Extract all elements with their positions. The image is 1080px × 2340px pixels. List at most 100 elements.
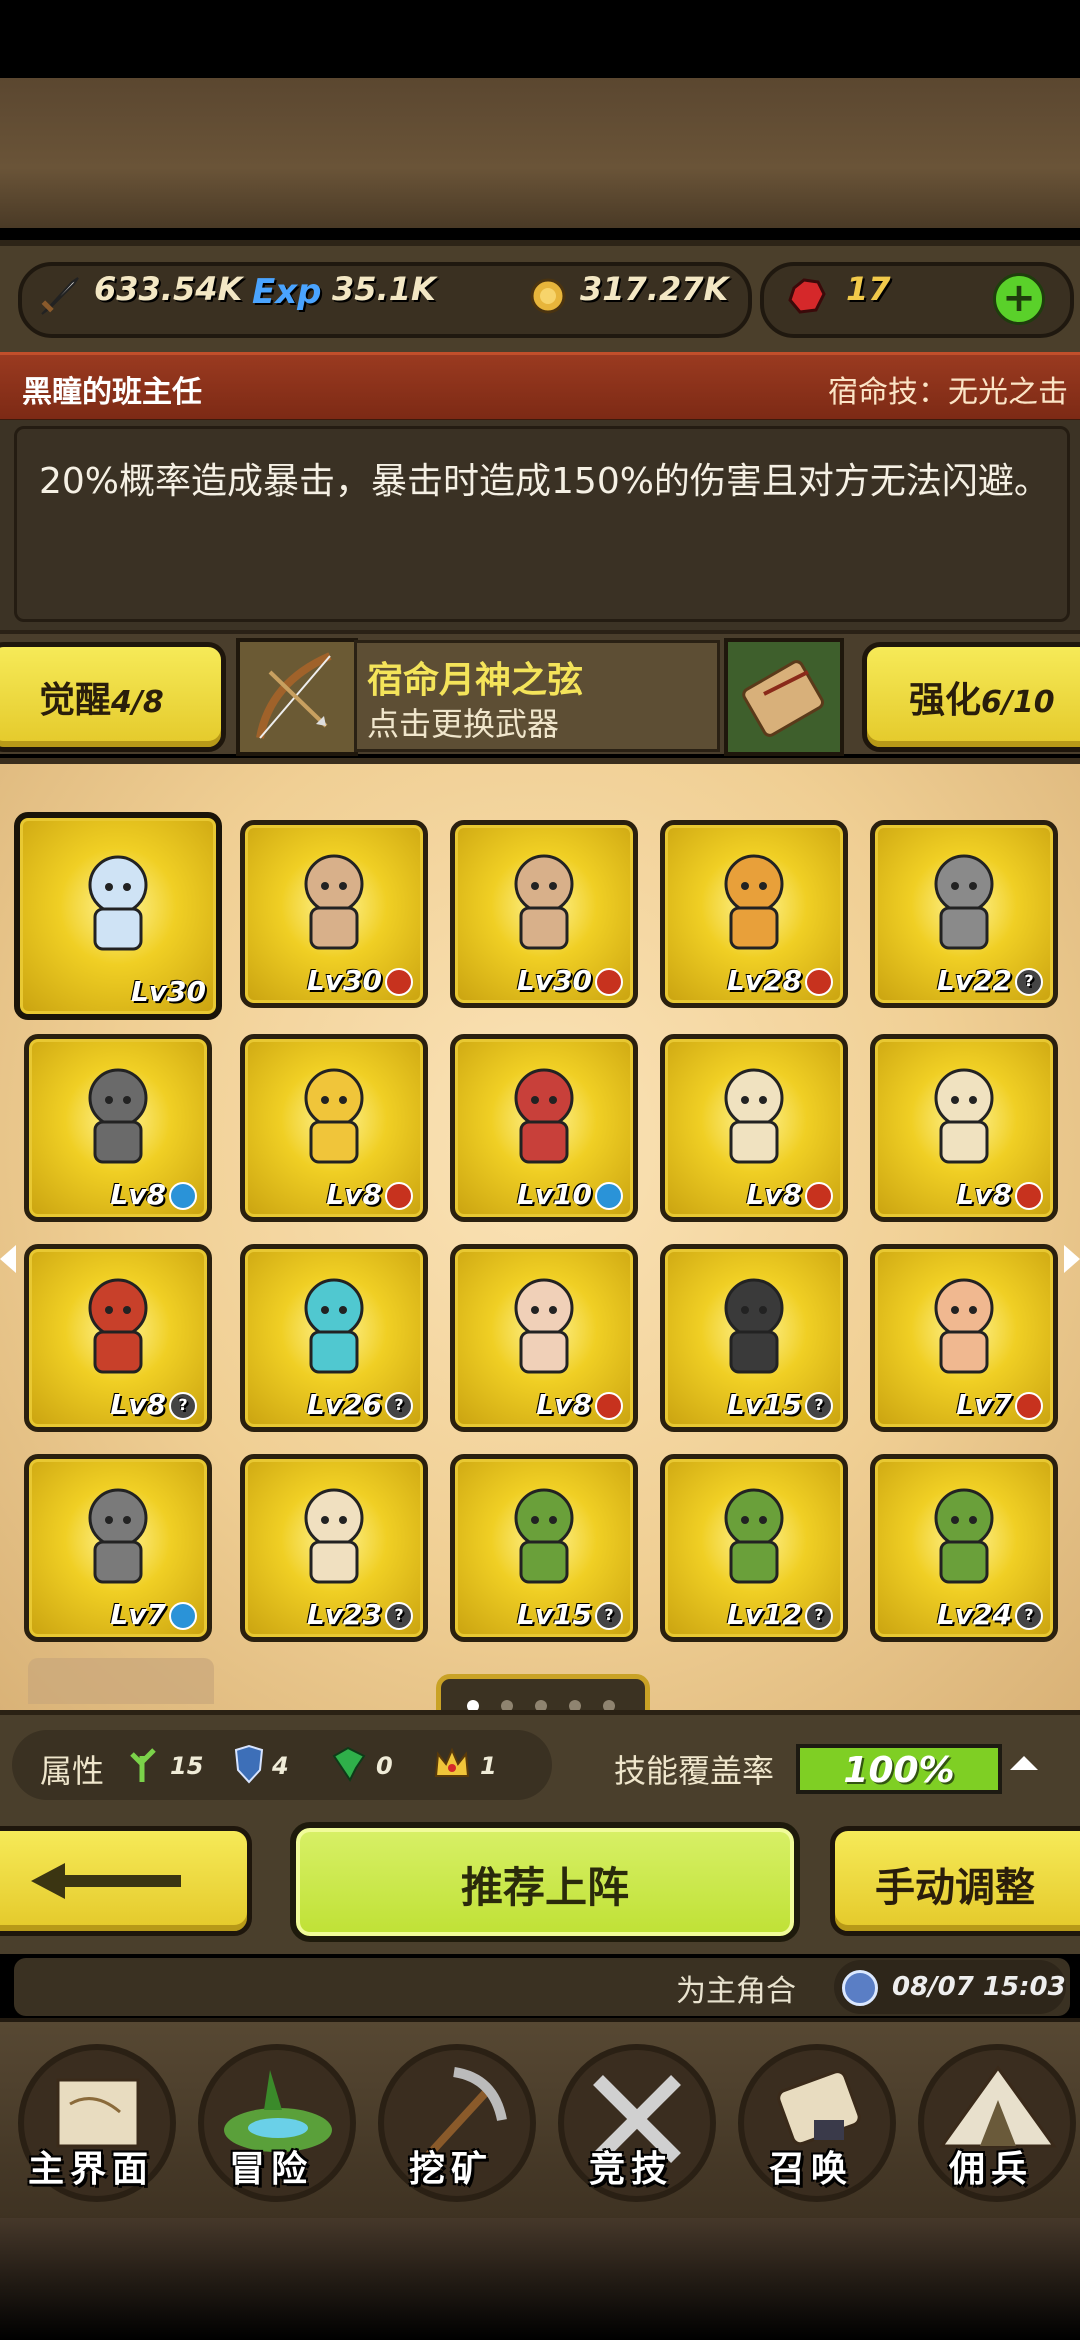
skill-description-panel: 20%概率造成暴击，暴击时造成150%的伤害且对方无法闪避。 — [0, 420, 1080, 636]
nav-label: 召唤 — [768, 2149, 853, 2190]
nature-icon — [126, 1744, 160, 1784]
nav-label: 竞技 — [588, 2149, 673, 2190]
back-arrow-icon — [31, 1863, 181, 1899]
hero-sprite-icon — [73, 849, 163, 959]
emerald-count: 0 — [376, 1752, 393, 1780]
hero-card[interactable]: Lv24? — [870, 1454, 1058, 1642]
hero-sprite-icon — [73, 1062, 163, 1172]
status-time-pill: 08/07 15:03 — [834, 1960, 1066, 2014]
hero-card[interactable]: Lv8 — [660, 1034, 848, 1222]
crown-icon — [432, 1744, 472, 1784]
hero-sprite-icon — [289, 1062, 379, 1172]
skill-header: 黑瞳的班主任 宿命技：无光之击 — [0, 352, 1080, 422]
manual-label: 手动调整 — [875, 1865, 1035, 1911]
red-gem-icon — [784, 274, 830, 320]
hero-sprite-icon — [709, 1062, 799, 1172]
hero-sprite-icon — [709, 1482, 799, 1592]
nav-item-0[interactable]: 主界面 — [6, 2030, 176, 2210]
nav-item-3[interactable]: 竞技 — [546, 2030, 716, 2210]
enhance-label: 强化6/10 — [909, 680, 1055, 721]
hero-level: Lv22? — [937, 964, 1043, 997]
hero-card[interactable]: Lv8 — [870, 1034, 1058, 1222]
hero-sprite-icon — [919, 1482, 1009, 1592]
nav-item-5[interactable]: 佣兵 — [906, 2030, 1076, 2210]
skill-description: 20%概率造成暴击，暴击时造成150%的伤害且对方无法闪避。 — [39, 461, 1050, 502]
hero-card[interactable]: Lv8 — [24, 1034, 212, 1222]
hero-level: Lv10 — [517, 1178, 623, 1211]
coverage-value: 100% — [843, 1750, 955, 1791]
hero-sprite-icon — [499, 1062, 589, 1172]
hero-card[interactable]: Lv28 — [660, 820, 848, 1008]
hero-level: Lv15? — [727, 1388, 833, 1421]
element-unknown-badge-icon: ? — [385, 1392, 413, 1420]
hero-level: Lv26? — [307, 1388, 413, 1421]
hero-sprite-icon — [919, 848, 1009, 958]
hero-sprite-icon — [73, 1482, 163, 1592]
hero-card[interactable]: Lv22? — [870, 820, 1058, 1008]
nav-item-4[interactable]: 召唤 — [726, 2030, 896, 2210]
add-gems-button[interactable]: + — [993, 273, 1045, 325]
top-map-background — [0, 78, 1080, 228]
element-water-badge-icon — [595, 1182, 623, 1210]
element-fire-badge-icon — [595, 968, 623, 996]
nav-label: 挖矿 — [408, 2149, 493, 2190]
element-unknown-badge-icon: ? — [1015, 968, 1043, 996]
hero-card[interactable]: Lv30 — [14, 812, 222, 1020]
attack-value: 633.54K — [94, 270, 243, 308]
hero-card[interactable]: Lv7 — [870, 1244, 1058, 1432]
hero-card[interactable]: Lv15? — [450, 1454, 638, 1642]
coverage-label: 技能覆盖率 — [614, 1752, 775, 1790]
hero-card[interactable]: Lv30 — [450, 820, 638, 1008]
back-button[interactable] — [0, 1826, 252, 1936]
weapon-slot[interactable] — [236, 638, 358, 756]
prev-page-arrow[interactable] — [0, 1245, 16, 1273]
hero-card[interactable]: Lv8? — [24, 1244, 212, 1432]
awaken-label: 觉醒4/8 — [39, 680, 164, 721]
hero-sprite-icon — [289, 848, 379, 958]
hero-sprite-icon — [709, 848, 799, 958]
element-unknown-badge-icon: ? — [385, 1602, 413, 1630]
hero-sprite-icon — [289, 1482, 379, 1592]
expand-caret-icon[interactable] — [1010, 1756, 1038, 1770]
element-fire-badge-icon — [1015, 1182, 1043, 1210]
element-unknown-badge-icon: ? — [805, 1392, 833, 1420]
next-page-arrow[interactable] — [1064, 1245, 1080, 1273]
hero-sprite-icon — [289, 1272, 379, 1382]
hero-sprite-icon — [919, 1272, 1009, 1382]
nature-count: 15 — [170, 1752, 204, 1780]
shield-icon — [232, 1744, 266, 1784]
element-unknown-badge-icon: ? — [805, 1602, 833, 1630]
attribute-label: 属性 — [40, 1752, 105, 1790]
element-fire-badge-icon — [805, 1182, 833, 1210]
hero-level: Lv8 — [956, 1178, 1043, 1211]
hero-card[interactable]: Lv15? — [660, 1244, 848, 1432]
bow-icon — [256, 652, 332, 739]
manual-adjust-button[interactable]: 手动调整 — [830, 1826, 1080, 1936]
nav-label: 冒险 — [228, 2149, 313, 2190]
hero-card[interactable]: Lv8 — [450, 1244, 638, 1432]
hero-sprite-icon — [499, 1482, 589, 1592]
hero-card[interactable]: Lv7 — [24, 1454, 212, 1642]
hero-card[interactable]: Lv26? — [240, 1244, 428, 1432]
hero-card[interactable]: Lv8 — [240, 1034, 428, 1222]
hero-level: Lv30 — [307, 964, 413, 997]
recommend-lineup-button[interactable]: 推荐上阵 — [290, 1822, 800, 1942]
hero-level: Lv8 — [746, 1178, 833, 1211]
nav-item-2[interactable]: 挖矿 — [366, 2030, 536, 2210]
awaken-button[interactable]: 觉醒4/8 — [0, 642, 226, 752]
hero-card[interactable]: Lv10 — [450, 1034, 638, 1222]
nav-item-1[interactable]: 冒险 — [186, 2030, 356, 2210]
hero-card[interactable]: Lv12? — [660, 1454, 848, 1642]
sword-icon — [36, 274, 82, 320]
enhance-button[interactable]: 强化6/10 — [862, 642, 1080, 752]
clock-icon — [842, 1970, 878, 2006]
hero-card[interactable]: Lv23? — [240, 1454, 428, 1642]
element-fire-badge-icon — [805, 968, 833, 996]
element-unknown-badge-icon: ? — [1015, 1602, 1043, 1630]
hero-card[interactable]: Lv30 — [240, 820, 428, 1008]
scroll-slot[interactable] — [724, 638, 844, 756]
hero-level: Lv8 — [536, 1388, 623, 1421]
nav-label: 佣兵 — [948, 2149, 1033, 2190]
change-weapon-hint: 点击更换武器 — [367, 705, 560, 743]
weapon-info[interactable]: 宿命月神之弦 点击更换武器 — [354, 640, 720, 752]
